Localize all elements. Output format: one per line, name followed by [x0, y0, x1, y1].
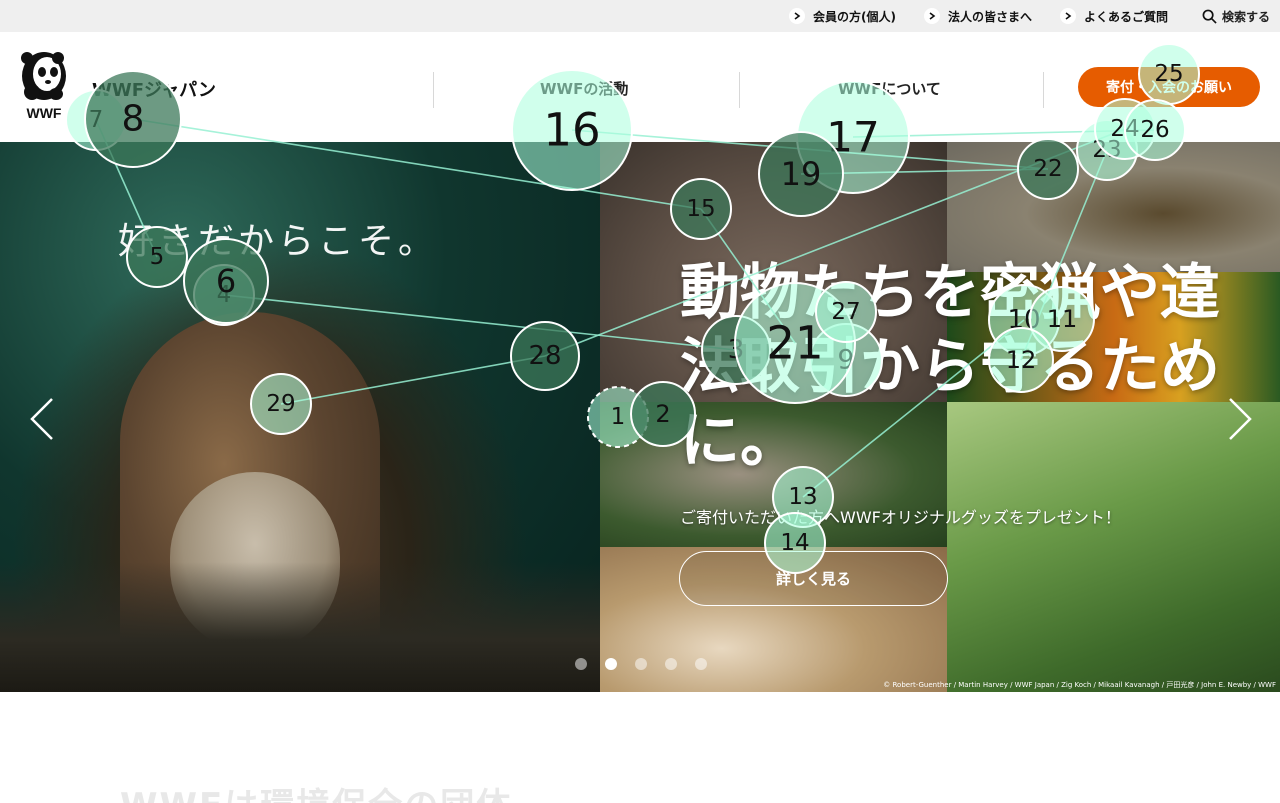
slide-dot[interactable]: [575, 658, 587, 670]
see-details-button[interactable]: 詳しく見る: [679, 551, 948, 606]
search-button[interactable]: 検索する: [1202, 8, 1270, 25]
nav-about[interactable]: WWFについて: [838, 78, 941, 99]
slide-dot[interactable]: [695, 658, 707, 670]
utility-bar: 会員の方(個人) 法人の皆さまへ よくあるご質問 検索する: [0, 0, 1280, 32]
nav-divider: [1043, 72, 1044, 108]
corporate-link[interactable]: 法人の皆さまへ: [923, 8, 1032, 25]
wwf-panda-logo[interactable]: WWF: [18, 50, 70, 122]
hero-tagline: 好きだからこそ。: [118, 221, 439, 262]
slide-dot[interactable]: [635, 658, 647, 670]
chevron-right-icon: [788, 8, 805, 24]
search-label: 検索する: [1221, 9, 1270, 24]
section-title: WWFは環境保全の団体: [120, 778, 512, 803]
member-link[interactable]: 会員の方(個人): [788, 8, 896, 25]
donate-join-button[interactable]: 寄付・入会のお願い: [1078, 67, 1260, 107]
chevron-right-icon: [923, 8, 940, 24]
faq-link-label: よくあるご質問: [1083, 9, 1168, 24]
site-header: WWF WWFジャパン WWFの活動 WWFについて 寄付・入会のお願い: [0, 32, 1280, 142]
corporate-link-label: 法人の皆さまへ: [947, 9, 1032, 24]
search-icon: [1202, 9, 1217, 24]
chevron-left-icon: [30, 398, 53, 440]
logo-text: WWF: [27, 105, 62, 121]
turtle-photo: [947, 142, 1280, 272]
nav-activities[interactable]: WWFの活動: [540, 78, 628, 99]
chevron-right-icon: [1059, 8, 1076, 24]
prev-slide-arrow[interactable]: [28, 397, 58, 441]
utility-links: 会員の方(個人) 法人の皆さまへ よくあるご質問 検索する: [761, 0, 1270, 32]
slide-pagination: [575, 658, 707, 670]
faq-link[interactable]: よくあるご質問: [1059, 8, 1168, 25]
water-surface: [0, 562, 600, 692]
slide-dot[interactable]: [605, 658, 617, 670]
nav-divider: [739, 72, 740, 108]
slide-dot[interactable]: [665, 658, 677, 670]
hero-subcopy: ご寄付いただいた方へWWFオリジナルグッズをプレゼント！: [680, 508, 1121, 527]
member-link-label: 会員の方(個人): [812, 9, 896, 24]
nav-divider: [433, 72, 434, 108]
site-name[interactable]: WWFジャパン: [92, 76, 216, 102]
hero-slider: 好きだからこそ。 動物たちを密猟や違法取引から守るために。 ご寄付いただいた方へ…: [0, 142, 1280, 692]
hero-headline: 動物たちを密猟や違法取引から守るために。: [680, 258, 1220, 476]
next-slide-arrow[interactable]: [1224, 397, 1254, 441]
photo-credits: © Robert-Guenther / Martin Harvey / WWF …: [883, 681, 1276, 689]
chevron-right-icon: [1229, 398, 1252, 440]
